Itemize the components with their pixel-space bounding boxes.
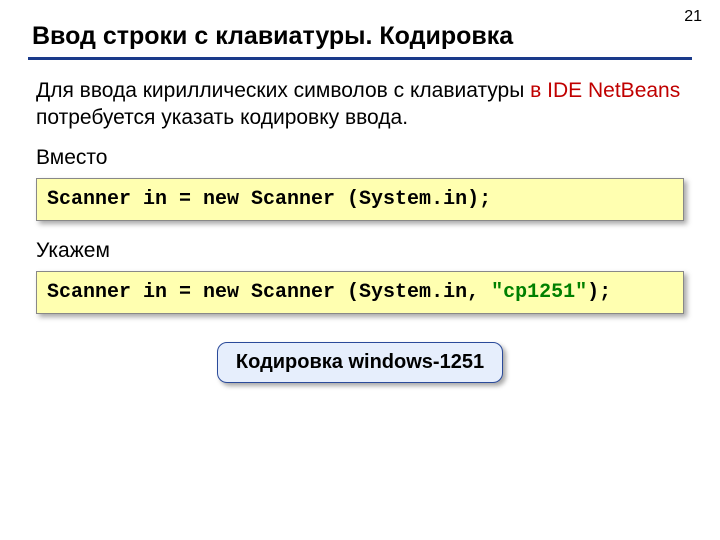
intro-text-end: потребуется указать кодировку ввода.	[36, 106, 408, 129]
intro-highlight: в IDE NetBeans	[530, 79, 680, 102]
intro-paragraph: Для ввода кириллических символов с клави…	[36, 78, 684, 132]
label-instead: Вместо	[36, 146, 684, 170]
page-number: 21	[684, 8, 702, 26]
slide-title: Ввод строки с клавиатуры. Кодировка	[28, 18, 692, 57]
intro-text-start: Для ввода кириллических символов с клави…	[36, 79, 530, 102]
callout-encoding: Кодировка windows-1251	[217, 342, 503, 383]
label-use: Укажем	[36, 239, 684, 263]
code-after-a: Scanner in = new Scanner (System.in,	[47, 281, 491, 304]
title-underline	[28, 57, 692, 60]
slide-content: Для ввода кириллических символов с клави…	[28, 78, 692, 383]
code-after-encoding: "cp1251"	[491, 281, 587, 304]
code-before: Scanner in = new Scanner (System.in);	[36, 178, 684, 221]
code-after-b: );	[587, 281, 611, 304]
code-after: Scanner in = new Scanner (System.in, "cp…	[36, 271, 684, 314]
